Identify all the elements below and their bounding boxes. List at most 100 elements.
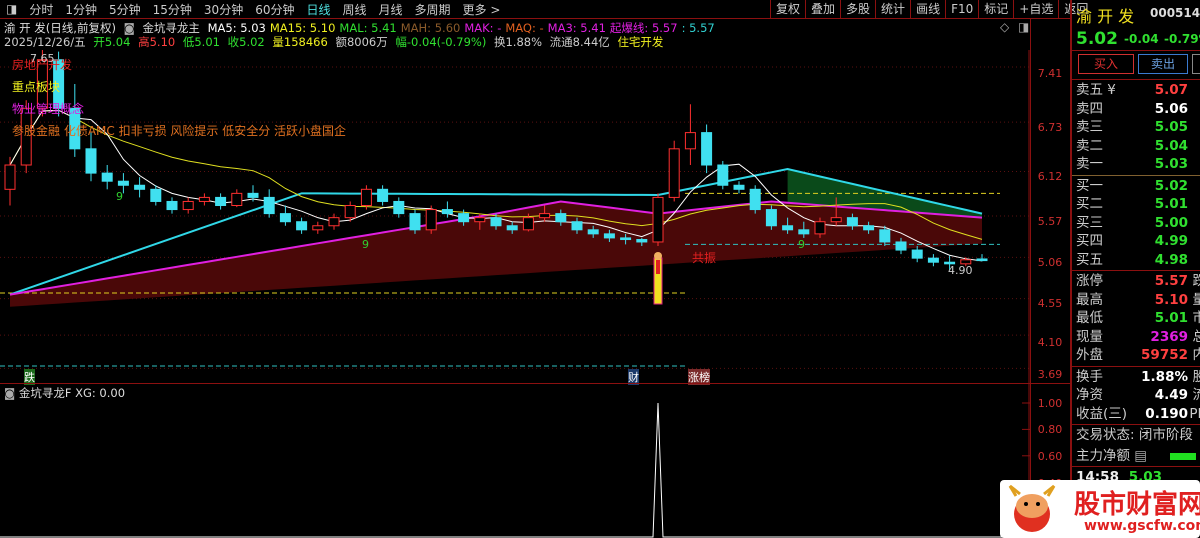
period-tab[interactable]: 月线	[373, 1, 409, 18]
ma-value: MAL: 5.41	[339, 21, 397, 35]
bar-sector: 住宅开发	[617, 35, 664, 49]
quote-extra-label: PE	[1189, 405, 1200, 422]
candle[interactable]	[150, 185, 162, 206]
period-tab[interactable]: 5分钟	[103, 1, 147, 18]
layout-toggle-icon[interactable]: ◨	[0, 2, 23, 16]
candle-body	[782, 225, 794, 231]
candle-body	[263, 196, 275, 215]
ma-value: 起爆线: 5.57	[609, 21, 678, 35]
bar-close: 收5.02	[227, 35, 265, 49]
candle[interactable]	[425, 205, 437, 234]
ma-value: MAQ: -	[505, 21, 544, 35]
candle[interactable]	[166, 197, 178, 214]
candle[interactable]	[328, 213, 340, 230]
candle[interactable]	[296, 217, 308, 234]
toolbar-button[interactable]: 复权	[770, 0, 805, 19]
candle-body	[328, 217, 340, 227]
candle[interactable]	[231, 189, 243, 208]
high-label: 7.65	[30, 52, 55, 65]
candle[interactable]	[101, 165, 113, 190]
concept-tag: 房地产开发	[12, 58, 73, 72]
candle[interactable]	[733, 181, 745, 194]
candle[interactable]	[927, 254, 939, 267]
period-tab[interactable]: 15分钟	[147, 1, 198, 18]
candle[interactable]	[441, 201, 453, 218]
period-tab[interactable]: 1分钟	[59, 1, 103, 18]
quote-row: 卖五 ¥ 5.07	[1076, 81, 1200, 99]
buy-button[interactable]: 买入	[1078, 54, 1134, 74]
candle[interactable]	[4, 156, 16, 206]
net-flow-row[interactable]: 主力净额 ▤	[1076, 447, 1200, 465]
period-tab[interactable]: 60分钟	[249, 1, 300, 18]
period-tab[interactable]: 更多 >	[457, 1, 507, 18]
toolbar-button[interactable]: +自选	[1013, 0, 1058, 19]
candle[interactable]	[717, 160, 729, 190]
period-tab[interactable]: 多周期	[409, 1, 457, 18]
period-tab[interactable]: 周线	[337, 1, 373, 18]
candle[interactable]	[263, 189, 275, 218]
candle[interactable]	[247, 185, 259, 202]
candle[interactable]	[749, 185, 761, 214]
sell-button[interactable]: 卖出	[1138, 54, 1188, 74]
toolbar-button[interactable]: F10	[945, 0, 978, 19]
quote-row: 买五 4.98	[1076, 251, 1200, 269]
price-change-pct: -0.79%	[1164, 32, 1200, 46]
candle-body	[749, 188, 761, 211]
bar-info: 2025/12/26/五 开5.04 高5.10 低5.01 收5.02 量15…	[4, 34, 667, 50]
toolbar-button[interactable]: 叠加	[805, 0, 840, 19]
quote-value: 0.190	[1145, 405, 1188, 422]
period-tab[interactable]: 日线	[300, 1, 336, 18]
panel-toggle-icon[interactable]: ◨	[1018, 20, 1029, 34]
divider	[1072, 174, 1200, 176]
candle-body	[393, 200, 405, 215]
candle-body	[668, 148, 680, 198]
candle[interactable]	[182, 197, 194, 214]
toolbar-button[interactable]: 多股	[840, 0, 875, 19]
candle[interactable]	[215, 193, 227, 210]
ma-value: MAH: 5.60	[400, 21, 461, 35]
candle[interactable]	[684, 104, 696, 166]
candle-body	[150, 188, 162, 202]
candle[interactable]	[701, 124, 713, 174]
indicator-tick: 1.00	[1037, 397, 1063, 410]
candle-body	[506, 225, 518, 231]
candle[interactable]	[360, 185, 372, 210]
candle[interactable]	[134, 177, 146, 198]
toolbar-button[interactable]: 画线	[910, 0, 945, 19]
candle[interactable]	[765, 205, 777, 230]
period-tab[interactable]: 分时	[23, 1, 59, 18]
candle[interactable]	[668, 140, 680, 202]
quote-value: 4.99	[1154, 233, 1188, 249]
candle[interactable]	[279, 205, 291, 226]
candle-body	[458, 213, 470, 223]
candle[interactable]	[409, 209, 421, 234]
list-icon[interactable]: ▤	[1130, 448, 1147, 464]
lower-indicator-chart[interactable]	[0, 384, 1030, 538]
more-button[interactable]	[1192, 54, 1200, 74]
quote-extra-label: 跌	[1192, 273, 1200, 289]
net-flow-label: 主力净额	[1076, 448, 1130, 464]
candle[interactable]	[312, 221, 324, 234]
candle[interactable]	[911, 246, 923, 263]
divider	[1072, 365, 1200, 367]
diamond-icon[interactable]: ◇	[1000, 20, 1009, 34]
quote-row: 买一 5.02	[1076, 177, 1200, 195]
indicator-name[interactable]: 金坑寻龙主	[142, 21, 200, 35]
candle-body	[636, 239, 648, 243]
nine-count: 9	[798, 238, 805, 251]
indicator-tick: 0.80	[1037, 423, 1063, 436]
quote-value: 1.88%	[1141, 368, 1188, 385]
toolbar-button[interactable]: 统计	[875, 0, 910, 19]
candle[interactable]	[652, 193, 664, 247]
candle[interactable]	[198, 193, 210, 206]
quote-label: 买三	[1076, 214, 1103, 231]
quote-row: 现量 2369 总	[1076, 328, 1200, 346]
candle-body	[85, 148, 97, 174]
candle[interactable]	[377, 185, 389, 206]
candle[interactable]	[976, 254, 988, 262]
indicator-dropdown-icon[interactable]: ◙	[124, 21, 135, 35]
toolbar-button[interactable]: 标记	[978, 0, 1013, 19]
candle[interactable]	[393, 197, 405, 218]
period-tab[interactable]: 30分钟	[198, 1, 249, 18]
price-tick: 3.69	[1037, 368, 1063, 381]
